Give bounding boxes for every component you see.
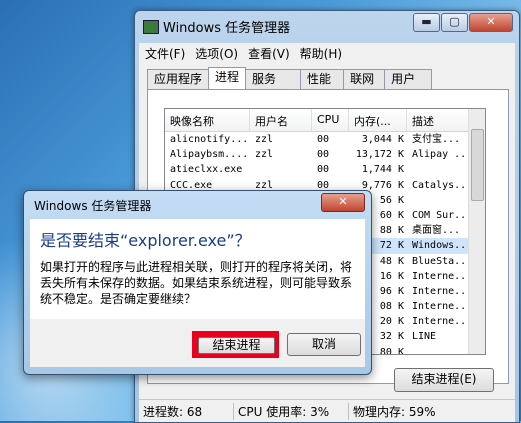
cell-user-name: zzl <box>255 134 274 145</box>
confirm-highlight: 结束进程 <box>192 331 279 358</box>
column-cpu[interactable]: CPU <box>312 109 349 131</box>
tab-applications[interactable]: 应用程序 <box>147 69 210 89</box>
column-user-name[interactable]: 用户名 <box>250 109 312 131</box>
status-bar: 进程数: 68 CPU 使用率: 3% 物理内存: 59% <box>139 399 515 422</box>
cell-image-name: alicnotify... <box>170 134 249 145</box>
menu-bar: 文件(F) 选项(O) 查看(V) 帮助(H) <box>139 43 515 63</box>
window-title: Windows 任务管理器 <box>143 17 290 36</box>
menu-help[interactable]: 帮助(H) <box>300 45 342 62</box>
window-title-text: Windows 任务管理器 <box>163 21 291 36</box>
menu-view[interactable]: 查看(V) <box>248 45 290 62</box>
table-row[interactable]: Alipaybsm.... zzl 00 13,172 K Alipay ... <box>165 147 485 162</box>
cell-memory: 13,172 K <box>355 149 404 161</box>
end-process-button[interactable]: 结束进程(E) <box>394 368 494 392</box>
menu-options[interactable]: 选项(O) <box>195 45 238 62</box>
dialog-heading: 是否要结束“explorer.exe”？ <box>40 231 251 250</box>
status-process-count: 进程数: 68 <box>139 402 234 420</box>
cancel-button[interactable]: 取消 <box>287 333 361 356</box>
maximize-button[interactable]: ▢ <box>441 13 468 32</box>
scroll-thumb[interactable] <box>471 129 484 201</box>
minimize-button[interactable]: ▬ <box>413 13 440 32</box>
end-process-dialog: Windows 任务管理器 ✕ 是否要结束“explorer.exe”？ 如果打… <box>23 190 372 375</box>
tab-services[interactable]: 服务 <box>245 69 302 89</box>
cell-memory: 1,744 K <box>361 164 404 176</box>
dialog-close-button[interactable]: ✕ <box>321 193 365 212</box>
table-row[interactable]: alicnotify... zzl 00 3,044 K 支付宝... <box>165 132 485 147</box>
dialog-body: 是否要结束“explorer.exe”？ 如果打开的程序与此进程相关联，则打开的… <box>30 219 365 319</box>
list-header: 映像名称 用户名 CPU 内存(... 描述 <box>165 109 485 132</box>
menu-file[interactable]: 文件(F) <box>145 45 185 62</box>
tab-users[interactable]: 用户 <box>384 69 433 89</box>
cell-cpu: 00 <box>317 164 330 176</box>
cell-image-name: Alipaybsm.... <box>170 149 249 161</box>
dialog-message: 如果打开的程序与此进程相关联，则打开的程序将关闭，将丢失所有未保存的数据。如果结… <box>40 260 353 306</box>
status-cpu-usage: CPU 使用率: 3% <box>234 402 349 420</box>
close-button[interactable]: ✕ <box>469 13 513 32</box>
tab-processes[interactable]: 进程 <box>208 67 247 89</box>
tab-strip: 应用程序 进程 服务 性能 联网 用户 <box>147 67 433 89</box>
tab-networking[interactable]: 联网 <box>343 69 386 89</box>
confirm-end-process-button[interactable]: 结束进程 <box>198 337 275 354</box>
cell-user-name: zzl <box>255 149 274 161</box>
vertical-scrollbar[interactable] <box>468 109 485 354</box>
cell-cpu: 00 <box>317 149 330 161</box>
column-memory[interactable]: 内存(... <box>349 109 407 131</box>
tab-performance[interactable]: 性能 <box>300 69 345 89</box>
status-memory-usage: 物理内存: 59% <box>353 404 436 419</box>
cell-memory: 3,044 K <box>361 134 404 145</box>
cell-image-name: atieclxx.exe <box>170 164 243 176</box>
cell-user-name <box>250 162 312 177</box>
column-image-name[interactable]: 映像名称 <box>165 109 250 131</box>
cell-cpu: 00 <box>317 134 330 145</box>
dialog-title: Windows 任务管理器 <box>34 199 152 213</box>
task-manager-icon <box>143 20 159 34</box>
table-row[interactable]: atieclxx.exe 00 1,744 K <box>165 162 485 177</box>
window-controls: ▬ ▢ ✕ <box>412 13 513 32</box>
dialog-footer: 结束进程 取消 <box>30 319 365 367</box>
